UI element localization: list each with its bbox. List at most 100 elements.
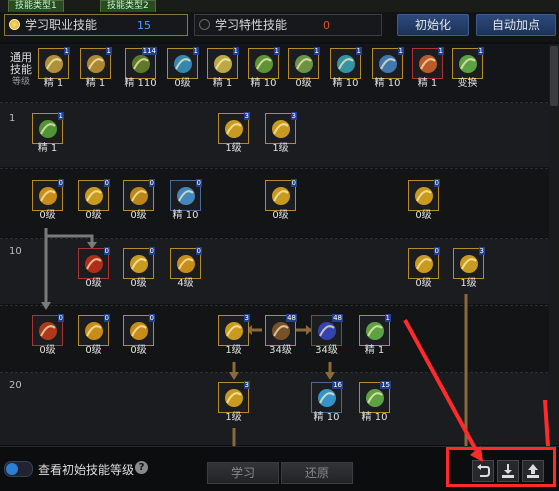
skill-max-level: 48 bbox=[286, 314, 297, 322]
skill-max-level: 1 bbox=[192, 47, 199, 55]
skill-level-caption: 精 10 bbox=[250, 78, 277, 89]
tree-skill-20[interactable]: 1 精 1 bbox=[359, 314, 391, 357]
tree-skill-18[interactable]: 48 34级 bbox=[265, 314, 297, 357]
skill-level-caption: 变换 bbox=[457, 78, 478, 89]
skill-level-caption: 精 10 bbox=[172, 210, 199, 221]
common-skill-8[interactable]: 1 精 10 bbox=[372, 47, 404, 90]
learn-button[interactable]: 学习 bbox=[207, 462, 279, 484]
tree-skill-12[interactable]: 0 0级 bbox=[408, 247, 440, 290]
skill-level-caption: 34级 bbox=[315, 345, 338, 356]
skill-level-caption: 1级 bbox=[225, 412, 242, 423]
skill-level-caption: 0级 bbox=[174, 78, 191, 89]
skill-max-level: 0 bbox=[57, 179, 64, 187]
download-icon bbox=[502, 464, 514, 478]
upload-button[interactable] bbox=[522, 460, 544, 482]
skill-max-level: 0 bbox=[148, 247, 155, 255]
skill-level-caption: 0级 bbox=[85, 278, 102, 289]
skill-max-level: 0 bbox=[103, 179, 110, 187]
skill-level-caption: 精 10 bbox=[332, 78, 359, 89]
skill-max-level: 1 bbox=[57, 112, 64, 120]
skill-max-level: 1 bbox=[313, 47, 320, 55]
tree-skill-14[interactable]: 0 0级 bbox=[32, 314, 64, 357]
skill-level-caption: 1级 bbox=[272, 143, 289, 154]
tree-skill-0[interactable]: 1 精 1 bbox=[32, 112, 64, 155]
skill-level-caption: 0级 bbox=[130, 345, 147, 356]
skill-level-caption: 精 1 bbox=[85, 78, 106, 89]
scrollbar-thumb[interactable] bbox=[550, 46, 558, 106]
skill-max-level: 1 bbox=[232, 47, 239, 55]
download-button[interactable] bbox=[497, 460, 519, 482]
skill-level-caption: 1级 bbox=[225, 345, 242, 356]
skill-max-level: 0 bbox=[290, 179, 297, 187]
undo-icon bbox=[477, 464, 490, 477]
common-skill-10[interactable]: 1 变换 bbox=[452, 47, 484, 90]
skill-max-level: 0 bbox=[433, 247, 440, 255]
tree-skill-19[interactable]: 48 34级 bbox=[311, 314, 343, 357]
undo-button[interactable] bbox=[472, 460, 494, 482]
tree-skill-5[interactable]: 0 0级 bbox=[123, 179, 155, 222]
toggle-knob bbox=[6, 463, 18, 475]
tree-skill-4[interactable]: 0 0级 bbox=[78, 179, 110, 222]
skill-max-level: 3 bbox=[290, 112, 297, 120]
skill-level-caption: 0级 bbox=[39, 345, 56, 356]
tree-skill-3[interactable]: 0 0级 bbox=[32, 179, 64, 222]
tree-skill-6[interactable]: 0 精 10 bbox=[170, 179, 202, 222]
common-skill-2[interactable]: 114 精 110 bbox=[124, 47, 157, 90]
skill-level-caption: 精 1 bbox=[212, 78, 233, 89]
tree-skill-1[interactable]: 3 1级 bbox=[218, 112, 250, 155]
skill-max-level: 1 bbox=[273, 47, 280, 55]
skill-max-level: 1 bbox=[105, 47, 112, 55]
scrollbar[interactable] bbox=[549, 44, 559, 444]
skill-max-level: 0 bbox=[57, 314, 64, 322]
common-skill-3[interactable]: 1 0级 bbox=[167, 47, 199, 90]
tree-skill-2[interactable]: 3 1级 bbox=[265, 112, 297, 155]
tree-skill-15[interactable]: 0 0级 bbox=[78, 314, 110, 357]
skill-level-caption: 0级 bbox=[415, 278, 432, 289]
tree-skill-9[interactable]: 0 0级 bbox=[78, 247, 110, 290]
tree-skill-16[interactable]: 0 0级 bbox=[123, 314, 155, 357]
tree-skill-21[interactable]: 3 1级 bbox=[218, 381, 250, 424]
upload-icon bbox=[527, 464, 539, 478]
skill-level-caption: 0级 bbox=[85, 210, 102, 221]
common-skill-7[interactable]: 1 精 10 bbox=[330, 47, 362, 90]
tree-skill-22[interactable]: 16 精 10 bbox=[311, 381, 343, 424]
skill-max-level: 3 bbox=[243, 381, 250, 389]
tree-skill-17[interactable]: 3 1级 bbox=[218, 314, 250, 357]
initial-level-toggle[interactable] bbox=[4, 461, 33, 477]
common-skill-1[interactable]: 1 精 1 bbox=[80, 47, 112, 90]
skill-level-caption: 精 1 bbox=[37, 143, 58, 154]
skill-max-level: 3 bbox=[243, 314, 250, 322]
skill-level-caption: 0级 bbox=[415, 210, 432, 221]
tree-skill-8[interactable]: 0 0级 bbox=[408, 179, 440, 222]
skill-max-level: 48 bbox=[332, 314, 343, 322]
revert-button[interactable]: 还原 bbox=[281, 462, 353, 484]
skill-max-level: 0 bbox=[195, 247, 202, 255]
skill-max-level: 0 bbox=[103, 247, 110, 255]
initial-level-label: 查看初始技能等级 bbox=[38, 463, 135, 477]
skill-level-caption: 精 10 bbox=[313, 412, 340, 423]
skill-level-caption: 4级 bbox=[177, 278, 194, 289]
skill-level-caption: 1级 bbox=[460, 278, 477, 289]
common-skill-4[interactable]: 1 精 1 bbox=[207, 47, 239, 90]
skill-max-level: 0 bbox=[433, 179, 440, 187]
skill-max-level: 1 bbox=[397, 47, 404, 55]
common-skill-6[interactable]: 1 0级 bbox=[288, 47, 320, 90]
skill-max-level: 1 bbox=[437, 47, 444, 55]
skill-max-level: 0 bbox=[148, 179, 155, 187]
skill-max-level: 0 bbox=[148, 314, 155, 322]
tree-skill-23[interactable]: 15 精 10 bbox=[359, 381, 391, 424]
skill-max-level: 3 bbox=[243, 112, 250, 120]
tree-skill-11[interactable]: 0 4级 bbox=[170, 247, 202, 290]
tree-skill-10[interactable]: 0 0级 bbox=[123, 247, 155, 290]
skill-level-caption: 0级 bbox=[272, 210, 289, 221]
common-skill-0[interactable]: 1 精 1 bbox=[38, 47, 70, 90]
skill-level-caption: 0级 bbox=[39, 210, 56, 221]
tree-skill-13[interactable]: 3 1级 bbox=[453, 247, 485, 290]
skill-level-caption: 精 10 bbox=[361, 412, 388, 423]
help-icon[interactable]: ? bbox=[135, 461, 148, 474]
tree-skill-7[interactable]: 0 0级 bbox=[265, 179, 297, 222]
common-skill-9[interactable]: 1 精 1 bbox=[412, 47, 444, 90]
common-skill-5[interactable]: 1 精 10 bbox=[248, 47, 280, 90]
skill-level-caption: 0级 bbox=[130, 210, 147, 221]
skill-level-caption: 0级 bbox=[295, 78, 312, 89]
